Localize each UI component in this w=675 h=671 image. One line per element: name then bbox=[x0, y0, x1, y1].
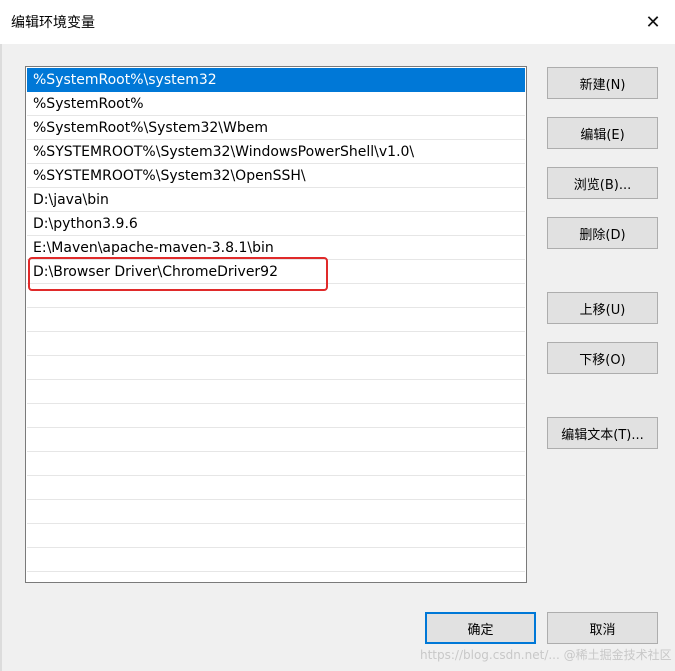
list-item-empty[interactable] bbox=[27, 500, 525, 524]
list-item[interactable]: %SYSTEMROOT%\System32\OpenSSH\ bbox=[27, 164, 525, 188]
window-edge bbox=[0, 44, 2, 671]
new-button[interactable]: 新建(N) bbox=[547, 67, 658, 99]
list-item-empty[interactable] bbox=[27, 308, 525, 332]
watermark: https://blog.csdn.net/... @稀土掘金技术社区 bbox=[420, 648, 672, 662]
list-item-empty[interactable] bbox=[27, 380, 525, 404]
window-title: 编辑环境变量 bbox=[11, 15, 95, 31]
list-item-empty[interactable] bbox=[27, 452, 525, 476]
list-item[interactable]: E:\Maven\apache-maven-3.8.1\bin bbox=[27, 236, 525, 260]
list-item-empty[interactable] bbox=[27, 548, 525, 572]
list-item[interactable]: %SystemRoot%\system32 bbox=[27, 68, 525, 92]
list-item-empty[interactable] bbox=[27, 476, 525, 500]
close-icon[interactable]: ✕ bbox=[641, 10, 665, 34]
list-item-empty[interactable] bbox=[27, 332, 525, 356]
edit-button[interactable]: 编辑(E) bbox=[547, 117, 658, 149]
browse-button[interactable]: 浏览(B)... bbox=[547, 167, 658, 199]
ok-button[interactable]: 确定 bbox=[425, 612, 536, 644]
cancel-button[interactable]: 取消 bbox=[547, 612, 658, 644]
list-item[interactable]: %SystemRoot% bbox=[27, 92, 525, 116]
list-item-empty[interactable] bbox=[27, 356, 525, 380]
list-item[interactable]: D:\python3.9.6 bbox=[27, 212, 525, 236]
path-list[interactable]: %SystemRoot%\system32 %SystemRoot% %Syst… bbox=[25, 66, 527, 583]
list-item-empty[interactable] bbox=[27, 284, 525, 308]
move-up-button[interactable]: 上移(U) bbox=[547, 292, 658, 324]
move-down-button[interactable]: 下移(O) bbox=[547, 342, 658, 374]
list-item[interactable]: D:\java\bin bbox=[27, 188, 525, 212]
path-list-rows: %SystemRoot%\system32 %SystemRoot% %Syst… bbox=[27, 68, 525, 572]
list-item-empty[interactable] bbox=[27, 524, 525, 548]
list-item[interactable]: D:\Browser Driver\ChromeDriver92 bbox=[27, 260, 525, 284]
list-item[interactable]: %SYSTEMROOT%\System32\WindowsPowerShell\… bbox=[27, 140, 525, 164]
list-item-empty[interactable] bbox=[27, 428, 525, 452]
list-item[interactable]: %SystemRoot%\System32\Wbem bbox=[27, 116, 525, 140]
edit-text-button[interactable]: 编辑文本(T)... bbox=[547, 417, 658, 449]
delete-button[interactable]: 删除(D) bbox=[547, 217, 658, 249]
title-bar: 编辑环境变量 ✕ bbox=[0, 0, 675, 44]
list-item-empty[interactable] bbox=[27, 404, 525, 428]
